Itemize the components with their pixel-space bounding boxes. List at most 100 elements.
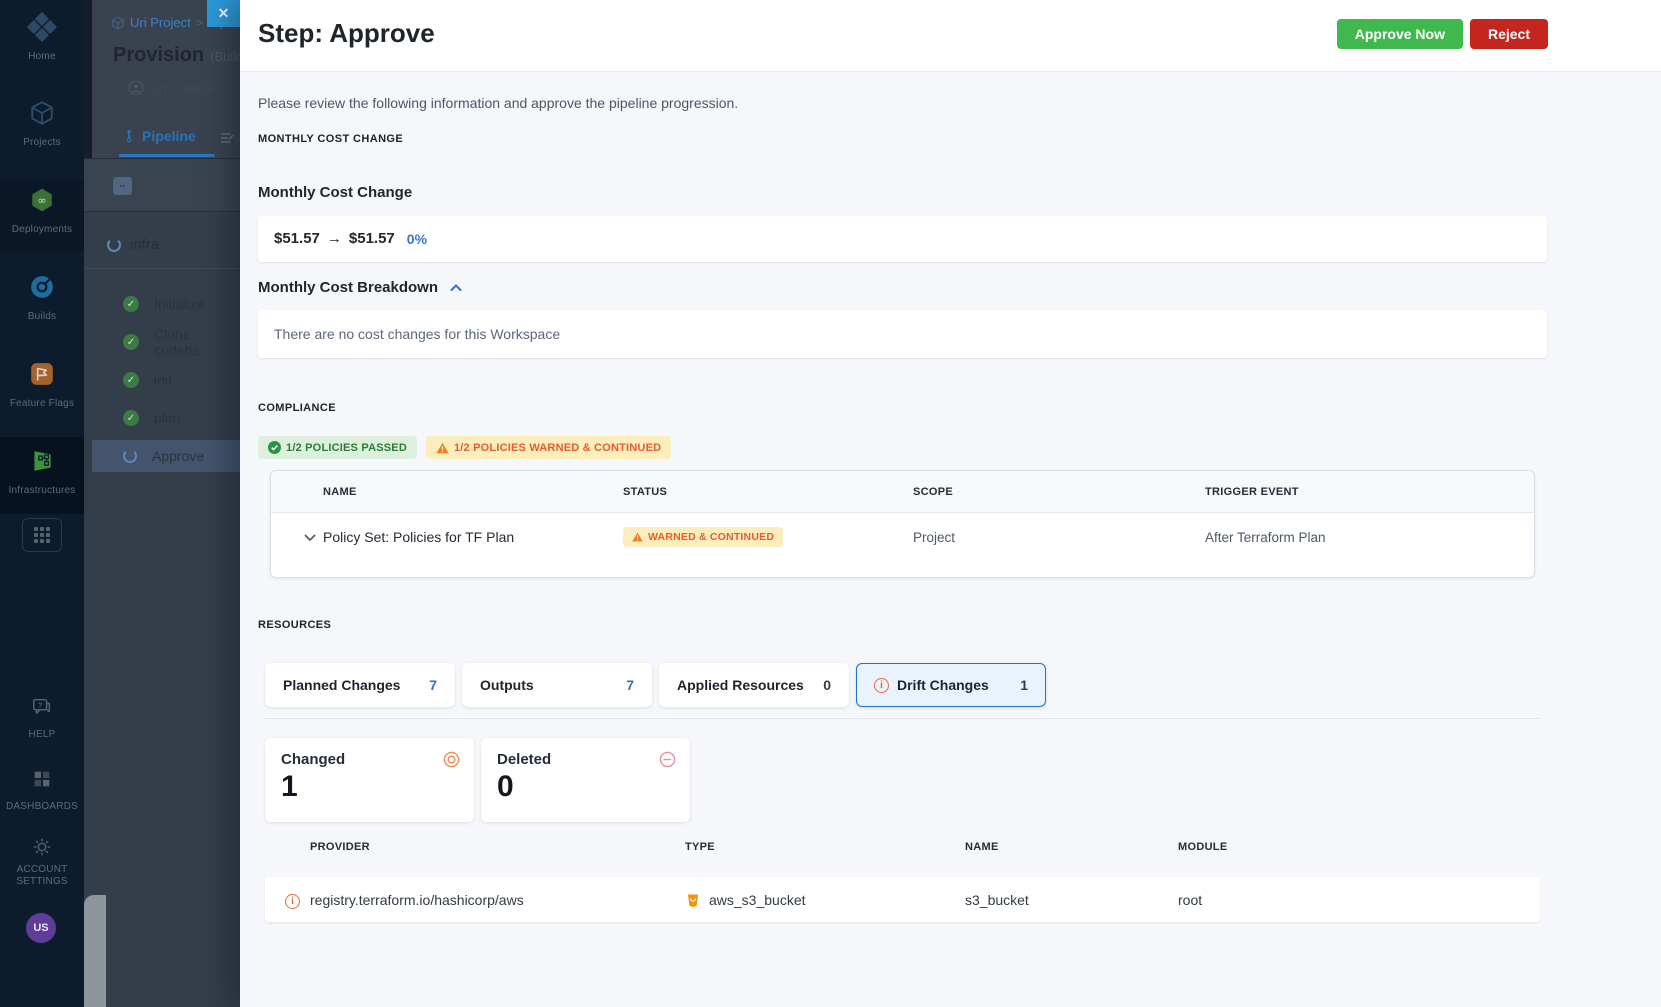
resource-type: aws_s3_bucket — [709, 891, 806, 908]
section-label-resources: RESOURCES — [258, 619, 332, 631]
chevron-down-icon[interactable] — [304, 534, 316, 542]
step-plan[interactable]: ✓ plan — [92, 402, 240, 434]
close-icon[interactable]: ✕ — [207, 0, 240, 27]
policies-warned-badge: 1/2 POLICIES WARNED & CONTINUED — [425, 436, 672, 459]
success-check-icon: ✓ — [123, 334, 139, 350]
projects-cube-icon — [31, 101, 53, 125]
approve-step-modal: Step: Approve Approve Now Reject Please … — [240, 0, 1661, 1007]
sidebar-item-label: ACCOUNT SETTINGS — [16, 864, 68, 887]
compliance-table-header: NAME STATUS SCOPE TRIGGER EVENT — [271, 471, 1534, 513]
svg-text:∞: ∞ — [37, 194, 46, 207]
monthly-cost-heading: Monthly Cost Change — [258, 184, 413, 201]
reject-button[interactable]: Reject — [1469, 19, 1548, 49]
sidebar-item-builds[interactable]: Builds — [0, 274, 84, 324]
left-nav-sidebar: Home Projects ∞ Deployments Builds Featu… — [0, 0, 84, 1007]
tab-applied-resources[interactable]: Applied Resources 0 — [659, 663, 849, 707]
deleted-minus-circle-icon — [659, 751, 676, 768]
step-clone-codebase[interactable]: ✓ Clone codeba — [92, 326, 240, 358]
deleted-summary-card: Deleted 0 — [481, 738, 690, 822]
step-label: Clone codeba — [154, 326, 200, 358]
tab-count: 7 — [626, 677, 634, 693]
underlying-page: Uri Project > Pipeli Provision(Build uri… — [84, 0, 240, 1007]
modal-body: Please review the following information … — [240, 73, 1661, 1007]
stage-row-infra[interactable]: infra — [107, 236, 159, 253]
changed-label: Changed — [281, 751, 346, 768]
breadcrumb-separator: > — [195, 15, 204, 30]
breadcrumb-project[interactable]: Uri Project — [130, 15, 191, 30]
tab-pipeline[interactable]: Pipeline — [122, 128, 196, 144]
tab-executions-icon[interactable] — [218, 130, 236, 151]
col-name: NAME — [323, 485, 357, 498]
stage-name: infra — [130, 236, 160, 253]
deleted-label: Deleted — [497, 751, 552, 768]
section-label-compliance: COMPLIANCE — [258, 402, 336, 414]
cost-from: $51.57 — [274, 230, 320, 247]
step-label: plan — [154, 410, 181, 426]
sidebar-item-deployments[interactable]: ∞ Deployments — [0, 187, 84, 237]
tab-count: 0 — [823, 677, 831, 693]
step-initialize[interactable]: ✓ Initialize — [92, 288, 240, 320]
pipeline-name-suffix: (Build — [210, 49, 240, 64]
col-module: MODULE — [1178, 841, 1228, 853]
drift-resource-row[interactable]: i registry.terraform.io/hashicorp/aws aw… — [265, 877, 1540, 922]
resource-name: s3_bucket — [965, 891, 1029, 908]
sidebar-item-label: Projects — [23, 137, 61, 148]
step-approve[interactable]: Approve — [92, 440, 240, 472]
step-init[interactable]: ✓ init — [92, 364, 240, 396]
tab-planned-changes[interactable]: Planned Changes 7 — [265, 663, 455, 707]
no-cost-changes-message: There are no cost changes for this Works… — [274, 326, 561, 342]
approve-now-button[interactable]: Approve Now — [1336, 19, 1463, 49]
sidebar-item-help[interactable]: ? HELP — [0, 696, 84, 742]
sidebar-item-projects[interactable]: Projects — [0, 100, 84, 150]
help-chat-icon: ? — [33, 698, 51, 715]
page-title: Provision (Build — [113, 44, 240, 67]
builds-icon — [31, 276, 53, 298]
chevron-up-icon[interactable] — [450, 283, 462, 292]
tab-outputs[interactable]: Outputs 7 — [462, 663, 652, 707]
resource-tabs: Planned Changes 7 Outputs 7 Applied Reso… — [265, 663, 1046, 707]
success-check-icon: ✓ — [123, 410, 139, 426]
drift-info-icon: i — [285, 893, 300, 909]
col-scope: SCOPE — [913, 485, 954, 498]
user-icon — [128, 80, 144, 96]
status-badge-label: WARNED & CONTINUED — [648, 531, 775, 543]
policy-set-name: Policy Set: Policies for TF Plan — [323, 529, 515, 545]
running-spinner-icon — [123, 449, 137, 463]
author-name: uri scheiner — [152, 80, 220, 96]
sidebar-item-home[interactable]: Home — [0, 11, 84, 64]
feature-flags-icon — [31, 363, 53, 385]
active-tab-underline — [119, 154, 215, 157]
collapsed-stage-chip[interactable]: .. — [113, 177, 132, 195]
sidebar-item-account-settings[interactable]: ACCOUNT SETTINGS — [0, 836, 84, 888]
gear-icon — [33, 838, 51, 856]
aws-s3-bucket-icon — [688, 894, 698, 907]
tab-label: Planned Changes — [283, 677, 401, 693]
modal-title: Step: Approve — [258, 18, 435, 48]
arrow-right-icon: → — [326, 230, 342, 247]
deployments-icon: ∞ — [32, 188, 52, 212]
user-avatar[interactable]: US — [26, 913, 56, 943]
policy-scope: Project — [913, 529, 956, 545]
console-panel-corner — [84, 895, 106, 1007]
policies-passed-badge: 1/2 POLICIES PASSED — [258, 436, 417, 459]
col-status: STATUS — [623, 485, 668, 498]
compliance-table: NAME STATUS SCOPE TRIGGER EVENT Policy S… — [270, 470, 1535, 578]
sidebar-item-dashboards[interactable]: DASHBOARDS — [0, 768, 84, 814]
canvas-toolbar — [84, 159, 240, 211]
project-cube-icon — [112, 15, 124, 30]
cost-change-card: $51.57 → $51.57 0% — [258, 216, 1547, 262]
tab-drift-changes[interactable]: i Drift Changes 1 — [856, 663, 1046, 707]
divider — [265, 718, 1540, 719]
review-instructions: Please review the following information … — [258, 95, 739, 111]
sidebar-item-infrastructures[interactable]: Infrastructures — [0, 448, 84, 498]
col-trigger-event: TRIGGER EVENT — [1205, 485, 1299, 498]
sidebar-item-label: Deployments — [11, 224, 73, 235]
policy-set-row[interactable]: Policy Set: Policies for TF Plan WARNED … — [271, 513, 1534, 561]
changed-summary-card: Changed 1 — [265, 738, 474, 822]
col-provider: PROVIDER — [310, 841, 370, 853]
module-picker-button[interactable] — [22, 518, 62, 552]
sidebar-item-feature-flags[interactable]: Feature Flags — [0, 361, 84, 411]
resource-module: root — [1178, 891, 1203, 908]
cost-breakdown-toggle[interactable]: Monthly Cost Breakdown — [258, 279, 462, 296]
svg-text:?: ? — [38, 700, 43, 709]
